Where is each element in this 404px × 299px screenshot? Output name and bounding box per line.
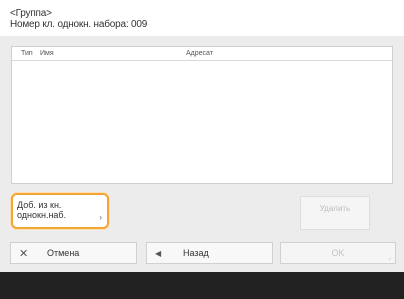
- column-destination: Адресат: [186, 50, 213, 57]
- speed-dial-number: Номер кл. однокн. набора: 009: [10, 19, 148, 30]
- add-from-speed-dial-button[interactable]: Доб. из кн. однокн.наб. ›: [11, 193, 109, 229]
- content-panel: Тип Имя Адресат Доб. из кн. однокн.наб. …: [0, 36, 404, 272]
- corner-enter-icon: ⌟: [387, 254, 391, 261]
- back-arrow-icon: ◀: [155, 248, 162, 258]
- group-title: <Группа>: [10, 8, 52, 19]
- header: <Группа> Номер кл. однокн. набора: 009: [0, 0, 404, 36]
- cancel-button[interactable]: ✕ Отмена: [10, 242, 137, 264]
- list-header: Тип Имя Адресат: [12, 47, 392, 61]
- add-button-label-1: Доб. из кн.: [17, 200, 62, 210]
- column-name: Имя: [40, 50, 54, 57]
- column-type: Тип: [21, 50, 33, 57]
- close-icon: ✕: [19, 247, 29, 260]
- back-label: Назад: [183, 248, 209, 258]
- ok-button[interactable]: OK ⌟: [280, 242, 396, 264]
- cancel-label: Отмена: [47, 248, 80, 258]
- ok-label: OK: [331, 248, 345, 258]
- chevron-right-icon: ›: [99, 213, 102, 222]
- back-button[interactable]: ◀ Назад: [146, 242, 273, 264]
- destination-list[interactable]: Тип Имя Адресат: [11, 46, 393, 184]
- add-button-label-2: однокн.наб.: [17, 210, 67, 220]
- bottom-bar: [0, 272, 404, 299]
- delete-button[interactable]: Удалить: [300, 196, 370, 230]
